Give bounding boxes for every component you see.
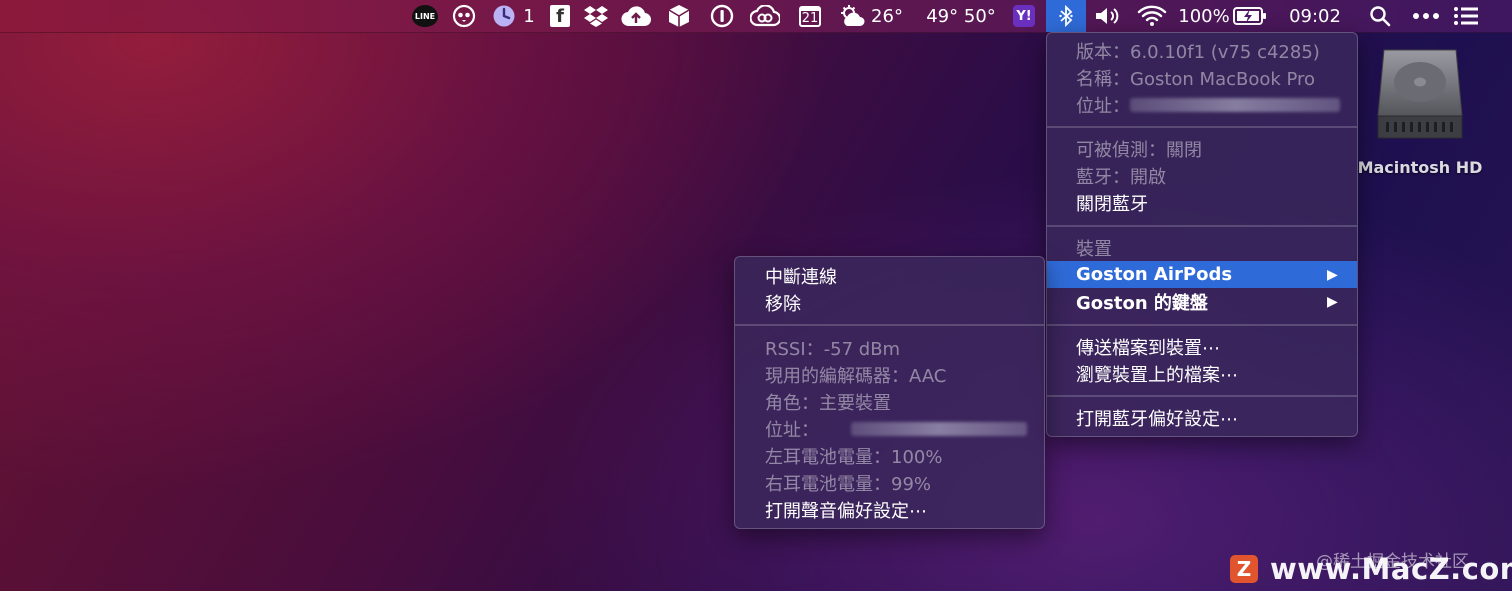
bt-state: 藍牙：開啟 xyxy=(1076,166,1166,188)
menu-separator xyxy=(1047,324,1357,326)
bluetooth-icon[interactable] xyxy=(1046,0,1086,32)
line-badge: LINE xyxy=(412,5,438,27)
bt-address-redacted xyxy=(1130,98,1340,112)
wifi-icon[interactable] xyxy=(1136,0,1168,32)
send-file-item[interactable]: 傳送檔案到裝置⋯ xyxy=(1047,333,1357,360)
line-icon[interactable]: LINE xyxy=(411,0,439,32)
bt-name: 名稱：Goston MacBook Pro xyxy=(1076,68,1316,90)
open-bluetooth-prefs-item[interactable]: 打開藍牙偏好設定⋯ xyxy=(1047,404,1357,431)
macz-logo-icon: Z xyxy=(1230,555,1258,583)
yahoo-icon[interactable]: Y! xyxy=(1012,0,1036,32)
battery-icon[interactable] xyxy=(1232,0,1268,32)
clock-icon[interactable] xyxy=(491,0,517,32)
role-info: 角色：主要裝置 xyxy=(765,392,891,414)
cloud-upload-icon[interactable] xyxy=(621,0,651,32)
more-icon[interactable] xyxy=(1410,0,1442,32)
owl-icon[interactable] xyxy=(451,0,477,32)
yahoo-badge: Y! xyxy=(1013,5,1035,27)
menu-separator xyxy=(1047,395,1357,397)
clock[interactable]: 09:02 xyxy=(1284,0,1346,32)
bt-version: 版本：6.0.10f1 (v75 c4285) xyxy=(1076,41,1320,63)
watermark-site: www.MacZ.com xyxy=(1270,552,1512,586)
airpods-submenu: 中斷連線 移除 RSSI：-57 dBm 現用的編解碼器：AAC 角色：主要裝置… xyxy=(734,256,1045,529)
weather-icon[interactable] xyxy=(837,0,869,32)
calendar-day: 21 xyxy=(799,5,821,27)
remove-item[interactable]: 移除 xyxy=(735,289,1044,316)
turn-off-bluetooth-item[interactable]: 關閉藍牙 xyxy=(1047,189,1357,216)
rssi-info: RSSI：-57 dBm xyxy=(765,338,901,360)
weather-temp: 26° xyxy=(871,5,903,27)
airpods-address-redacted xyxy=(851,422,1027,436)
facebook-icon[interactable]: f xyxy=(549,0,571,32)
bt-address: 位址： xyxy=(1047,91,1357,118)
menu-separator xyxy=(1047,225,1357,227)
notification-count: 1 xyxy=(523,5,535,27)
hard-drive-label[interactable]: Macintosh HD xyxy=(1350,158,1490,177)
calendar-icon[interactable]: 21 xyxy=(797,0,823,32)
airpods-address: 位址： xyxy=(735,415,1044,442)
submenu-arrow-icon: ▶ xyxy=(1327,266,1338,283)
1password-icon[interactable] xyxy=(709,0,735,32)
right-battery-info: 右耳電池電量：99% xyxy=(765,473,932,495)
menu-separator xyxy=(1047,126,1357,128)
menu-separator xyxy=(735,324,1044,326)
dropbox-icon[interactable] xyxy=(582,0,610,32)
search-icon[interactable] xyxy=(1366,0,1394,32)
battery-percent: 100% xyxy=(1178,5,1230,27)
devices-header: 裝置 xyxy=(1076,238,1112,260)
hard-drive-icon[interactable] xyxy=(1374,46,1466,140)
bluetooth-menu: 版本：6.0.10f1 (v75 c4285) 名稱：Goston MacBoo… xyxy=(1046,32,1358,437)
creative-cloud-icon[interactable] xyxy=(750,0,780,32)
disconnect-item[interactable]: 中斷連線 xyxy=(735,262,1044,289)
volume-icon[interactable] xyxy=(1093,0,1123,32)
menu-bar: LINE 1 f 21 26° 49° 50° Y! 100% 09:02 xyxy=(0,0,1512,33)
bt-discoverable: 可被偵測：關閉 xyxy=(1076,139,1202,161)
open-sound-prefs-item[interactable]: 打開聲音偏好設定⋯ xyxy=(735,496,1044,523)
device-keyboard-item[interactable]: Goston 的鍵盤 ▶ xyxy=(1047,288,1357,315)
left-battery-info: 左耳電池電量：100% xyxy=(765,446,943,468)
device-airpods-item[interactable]: Goston AirPods ▶ xyxy=(1047,261,1357,288)
list-icon[interactable] xyxy=(1451,0,1481,32)
browse-files-item[interactable]: 瀏覽裝置上的檔案⋯ xyxy=(1047,360,1357,387)
codec-info: 現用的編解碼器：AAC xyxy=(765,365,947,387)
watermark: Z www.MacZ.com xyxy=(1230,552,1512,586)
box-icon[interactable] xyxy=(666,0,692,32)
submenu-arrow-icon: ▶ xyxy=(1327,293,1338,310)
temps[interactable]: 49° 50° xyxy=(923,0,999,32)
